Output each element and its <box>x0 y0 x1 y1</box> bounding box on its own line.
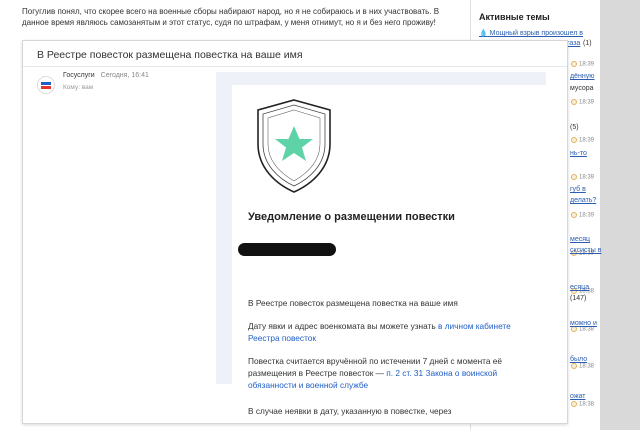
sidebar-title: Активные темы <box>479 12 550 22</box>
page-gutter <box>600 0 640 430</box>
recipient: Кому: вам <box>63 84 94 91</box>
sender-avatar <box>37 76 55 94</box>
sidebar-entry-time: 18:38 <box>571 363 594 370</box>
sidebar-topic-link[interactable]: газа <box>567 40 580 47</box>
sidebar-topic-fragment: (147) <box>570 295 587 302</box>
letter-paragraph: Повестка считается вручённой по истечени… <box>248 356 503 390</box>
sidebar-topic-fragment: (5) <box>570 124 579 131</box>
sender-line: Госуслуги Сегодня, 16:41 <box>63 72 149 79</box>
sidebar-topic-fragment[interactable]: нь-то <box>570 150 587 157</box>
letter-heading: Уведомление о размещении повестки <box>248 211 455 223</box>
shield-star-icon <box>257 99 331 193</box>
sidebar-topic-fragment[interactable]: делать? <box>570 197 596 204</box>
redacted-name <box>238 243 336 256</box>
sidebar-topic-fragment[interactable]: есяца <box>570 284 589 291</box>
sidebar-entry-time: 18:39 <box>571 98 594 105</box>
divider <box>23 66 567 67</box>
sidebar-topic-fragment[interactable]: месяц <box>570 236 590 243</box>
letter-paragraph: В Реестре повесток размещена повестка на… <box>248 298 458 308</box>
sidebar-entry-time: 18:39 <box>571 212 594 219</box>
sent-time: Сегодня, 16:41 <box>100 72 149 79</box>
clock-icon <box>571 98 577 105</box>
clock-icon <box>571 61 577 67</box>
sidebar-topic-fragment[interactable]: сксисты в <box>570 247 601 254</box>
topic-count: (1) <box>583 40 592 47</box>
sidebar-topic-fragment[interactable]: было <box>570 356 587 363</box>
clock-icon <box>571 401 577 408</box>
email-subject: В Реестре повесток размещена повестка на… <box>37 49 303 61</box>
clock-icon <box>571 136 577 143</box>
clock-icon <box>571 363 577 370</box>
fire-icon: 💧 <box>479 30 488 37</box>
letter-paragraph: В случае неявки в дату, указанную в пове… <box>248 406 452 416</box>
clock-icon <box>571 212 577 219</box>
clock-icon <box>571 174 577 181</box>
sidebar-entry-time: 18:39 <box>571 136 594 143</box>
sidebar-entry-time: 18:39 <box>571 61 594 68</box>
sidebar-topic-fragment[interactable]: губ в <box>570 186 586 193</box>
sidebar-topic-fragment[interactable]: дённую <box>570 73 594 80</box>
post-text: Погуглив понял, что скорее всего на воен… <box>22 7 440 27</box>
sidebar-topic-fragment[interactable]: ожат <box>570 393 585 400</box>
sidebar-entry-time: 18:38 <box>571 401 594 408</box>
sidebar-entry-time: 18:39 <box>571 174 594 181</box>
sidebar-topic-link[interactable]: 💧 Мощный взрыв произошел в <box>479 29 583 37</box>
letter-paragraph: Дату явки и адрес военкомата вы можете у… <box>248 321 511 343</box>
sidebar-topic-fragment[interactable]: мусора <box>570 85 594 92</box>
sender-name[interactable]: Госуслуги <box>63 72 95 79</box>
sidebar-topic-fragment[interactable]: можно и <box>570 320 597 327</box>
